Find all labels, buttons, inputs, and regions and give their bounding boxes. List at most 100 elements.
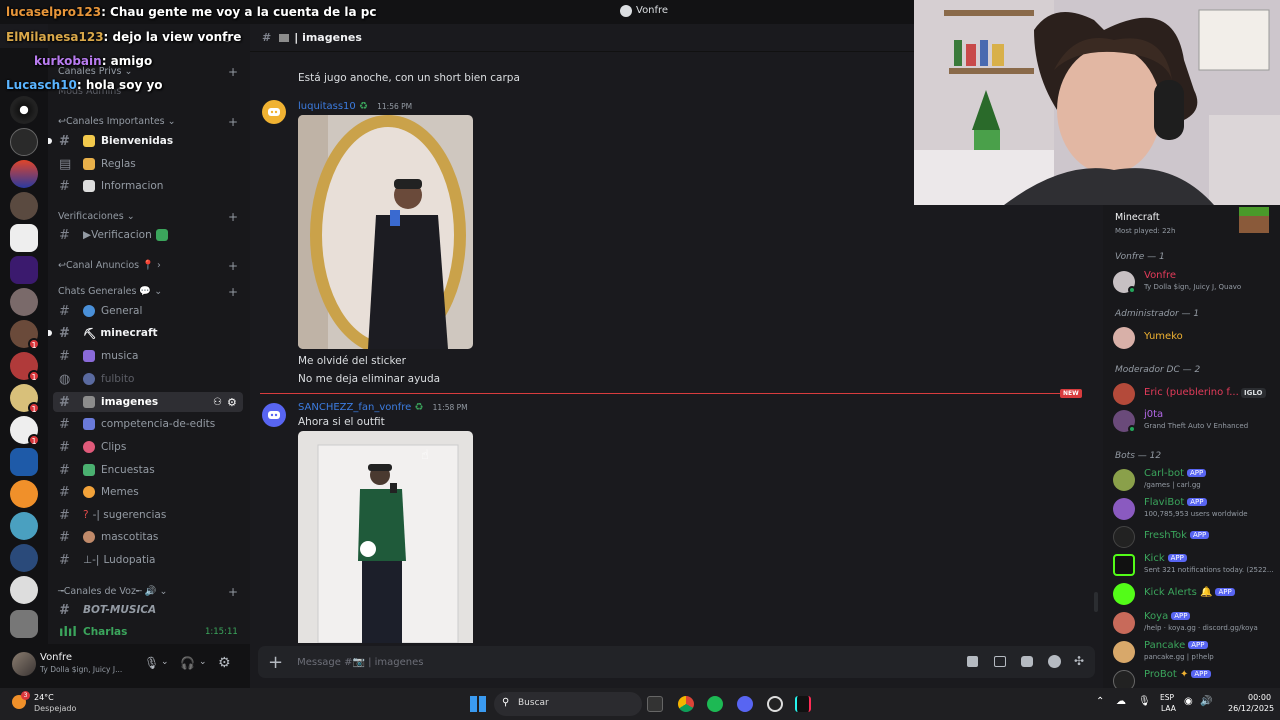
server-icon[interactable]: 1: [10, 352, 40, 382]
channel-reglas[interactable]: ▤ Reglas: [53, 154, 243, 174]
member-item[interactable]: Eric (pueblerino f... IGLO: [1113, 381, 1278, 407]
mic-icon[interactable]: 🎙: [144, 656, 159, 670]
chevron-up-icon[interactable]: ⌃: [1096, 696, 1104, 707]
add-channel-icon[interactable]: +: [228, 65, 238, 79]
channel-encuestas[interactable]: # Encuestas: [53, 460, 243, 480]
avatar[interactable]: [262, 403, 286, 427]
channel-bot-musica[interactable]: # BOT-MUSICA: [53, 600, 243, 620]
server-icon[interactable]: [10, 544, 38, 572]
server-icon[interactable]: [10, 480, 38, 508]
language-top[interactable]: ESP: [1160, 693, 1174, 702]
member-item[interactable]: Kick Alerts 🔔 APP: [1113, 581, 1278, 607]
wifi-icon[interactable]: ◉: [1184, 696, 1193, 707]
server-icon[interactable]: [10, 610, 38, 638]
scrollbar[interactable]: [1094, 592, 1098, 612]
message-author[interactable]: luquitass10 ♻ 11:56 PM: [298, 101, 412, 112]
add-member-icon[interactable]: ⚇: [213, 397, 222, 408]
sticker-icon[interactable]: [1021, 656, 1033, 667]
network-icon[interactable]: ☁: [1116, 696, 1126, 707]
apps-icon[interactable]: ✣: [1074, 654, 1084, 668]
search-box[interactable]: ⚲ Buscar: [494, 692, 642, 716]
tiktok-icon[interactable]: [795, 696, 811, 712]
settings-icon[interactable]: ⚙: [218, 655, 231, 671]
category-generales[interactable]: Chats Generales 💬 ⌄ +: [58, 285, 238, 299]
member-item[interactable]: ProBot ✦ APP: [1113, 668, 1278, 688]
add-channel-icon[interactable]: +: [228, 585, 238, 599]
chevron-down-icon[interactable]: ⌄: [199, 657, 207, 667]
author-name[interactable]: luquitass10: [298, 101, 356, 112]
discord-icon[interactable]: [737, 696, 753, 712]
windows-start-icon[interactable]: [470, 696, 486, 712]
add-channel-icon[interactable]: +: [228, 115, 238, 129]
add-channel-icon[interactable]: +: [228, 210, 238, 224]
channel-mascotitas[interactable]: # mascotitas: [53, 527, 243, 547]
member-item[interactable]: Kick APP Sent 321 notifications today. (2…: [1113, 552, 1278, 578]
server-icon[interactable]: [10, 448, 38, 476]
clock-time[interactable]: 00:00: [1248, 693, 1271, 702]
category-verificaciones[interactable]: Verificaciones ⌄ +: [58, 210, 238, 224]
activity-card[interactable]: Minecraft Most played: 22h: [1113, 207, 1273, 236]
spotify-icon[interactable]: [707, 696, 723, 712]
channel-informacion[interactable]: # Informacion: [53, 176, 243, 196]
file-explorer-icon[interactable]: [647, 696, 663, 712]
gif-icon[interactable]: [994, 656, 1006, 667]
category-anuncios[interactable]: ↩Canal Anuncios 📍 › +: [58, 259, 238, 273]
channel-fulbito[interactable]: ◍ fulbito: [53, 369, 243, 389]
chevron-down-icon[interactable]: ⌄: [161, 657, 169, 667]
server-icon[interactable]: 1: [10, 416, 40, 446]
category-voz[interactable]: ╼Canales de Voz╾ 🔊 ⌄ +: [58, 585, 238, 599]
message-author[interactable]: SANCHEZZ_fan_vonfre ♻ 11:58 PM: [298, 402, 468, 413]
channel-bienvenidas[interactable]: # Bienvenidas: [48, 131, 243, 151]
channel-competencia[interactable]: # competencia-de-edits: [53, 414, 243, 434]
member-item[interactable]: FlaviBot APP 100,785,953 users worldwide: [1113, 496, 1278, 522]
server-icon[interactable]: [10, 128, 38, 156]
add-channel-icon[interactable]: +: [228, 285, 238, 299]
gift-icon[interactable]: [967, 656, 978, 667]
channel-general[interactable]: # General: [53, 301, 243, 321]
chrome-icon[interactable]: [678, 696, 694, 712]
server-icon[interactable]: [10, 512, 38, 540]
mic-icon[interactable]: 🎙: [1138, 696, 1151, 707]
channel-verificacion[interactable]: # ▶Verificacion: [53, 225, 243, 245]
volume-icon[interactable]: 🔊: [1200, 696, 1212, 707]
message-input[interactable]: Message #📷 | imagenes: [297, 657, 423, 668]
channel-sugerencias[interactable]: #? -| sugerencias: [53, 505, 243, 525]
server-icon[interactable]: [10, 576, 38, 604]
member-item[interactable]: Pancake APP pancake.gg | p!help: [1113, 639, 1278, 665]
headphones-icon[interactable]: 🎧: [180, 656, 195, 670]
obs-icon[interactable]: [767, 696, 783, 712]
author-name[interactable]: SANCHEZZ_fan_vonfre: [298, 402, 411, 413]
member-item[interactable]: Carl-bot APP /games | carl.gg: [1113, 467, 1278, 493]
channel-ludopatia[interactable]: # ⊥-| Ludopatia: [53, 550, 243, 570]
message-composer[interactable]: + Message #📷 | imagenes ✣: [258, 646, 1095, 678]
add-channel-icon[interactable]: +: [228, 259, 238, 273]
channel-minecraft[interactable]: # ⛏ minecraft: [48, 323, 243, 343]
avatar[interactable]: [262, 100, 286, 124]
server-icon[interactable]: [10, 224, 38, 252]
user-avatar[interactable]: [12, 652, 36, 676]
server-icon[interactable]: [10, 256, 38, 284]
member-item[interactable]: j0ta Grand Theft Auto V Enhanced: [1113, 408, 1278, 434]
channel-memes[interactable]: # Memes: [53, 482, 243, 502]
server-icon[interactable]: 1: [10, 384, 40, 414]
image-attachment[interactable]: [298, 115, 473, 349]
member-item[interactable]: Koya APP /help · koya.gg · discord.gg/koy…: [1113, 610, 1278, 636]
server-icon[interactable]: [10, 288, 38, 316]
server-icon[interactable]: [10, 192, 38, 220]
voice-channel-charlas[interactable]: ılıl Charlas 1:15:11: [53, 622, 243, 642]
member-item[interactable]: Yumeko: [1113, 325, 1278, 351]
member-item[interactable]: Vonfre Ty Dolla $ign, Juicy J, Quavo: [1113, 269, 1278, 295]
image-attachment[interactable]: [298, 431, 473, 643]
server-icon[interactable]: [10, 96, 38, 124]
category-importantes[interactable]: ↩Canales Importantes ⌄ +: [58, 115, 238, 129]
emoji-icon[interactable]: [1048, 655, 1061, 668]
channel-imagenes[interactable]: # imagenes ⚇ ⚙: [53, 392, 243, 412]
add-attachment-icon[interactable]: +: [268, 652, 283, 673]
server-icon[interactable]: [10, 160, 38, 188]
app-badge: APP: [1167, 554, 1187, 562]
channel-musica[interactable]: # musica: [53, 346, 243, 366]
server-icon[interactable]: 1: [10, 320, 40, 350]
settings-icon[interactable]: ⚙: [227, 396, 237, 409]
channel-clips[interactable]: # Clips: [53, 437, 243, 457]
member-item[interactable]: FreshTok APP: [1113, 524, 1278, 550]
